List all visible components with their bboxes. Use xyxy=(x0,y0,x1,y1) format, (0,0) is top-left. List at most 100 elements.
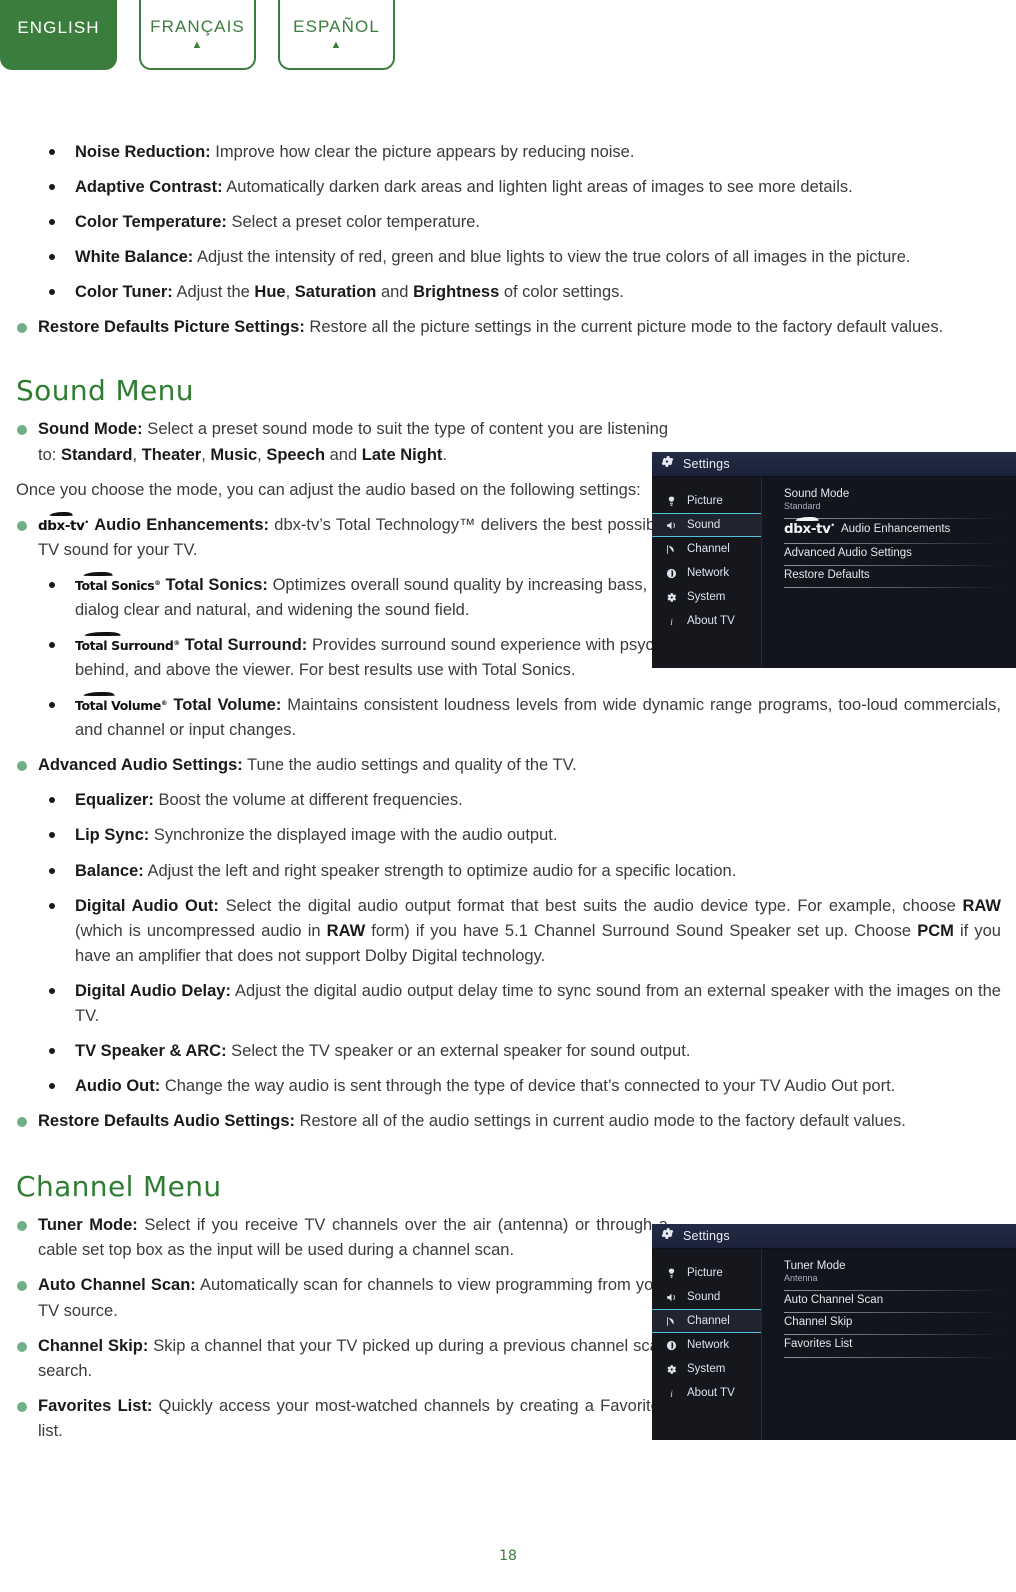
bullet-term: Total Surround: xyxy=(184,636,308,655)
list-item-channel-skip: Channel Skip: Skip a channel that your T… xyxy=(16,1334,668,1384)
tv-options-panel: Tuner Mode Antenna Auto Channel Scan Cha… xyxy=(762,1249,1016,1440)
total-volume-logo-icon: Total Volume® xyxy=(75,692,167,715)
sidebar-item-label: Channel xyxy=(687,543,730,555)
bullet-term: Lip Sync: xyxy=(75,826,150,845)
bullet-text: Select a preset color temperature. xyxy=(226,213,481,232)
gear-icon xyxy=(664,1362,678,1376)
sidebar-item-network[interactable]: Network xyxy=(652,1333,761,1357)
tv-settings-body: Picture Sound Channel Network System i A… xyxy=(652,1249,1016,1440)
tv-settings-screenshot-sound: Settings Picture Sound Channel Network S… xyxy=(652,452,1016,668)
antenna-icon xyxy=(664,1314,678,1328)
page-title-sound-menu: Sound Menu xyxy=(16,374,194,408)
sidebar-item-system[interactable]: System xyxy=(652,585,761,609)
tv-option-auto-channel-scan[interactable]: Auto Channel Scan xyxy=(784,1291,1002,1314)
bullet-text: Synchronize the displayed image with the… xyxy=(149,826,558,845)
bullet-term: Restore Defaults Picture Settings: xyxy=(38,318,305,337)
tv-option-restore-defaults[interactable]: Restore Defaults xyxy=(784,566,1002,589)
bullet-term: Color Temperature: xyxy=(75,213,227,232)
sidebar-item-channel[interactable]: Channel xyxy=(652,537,761,561)
list-item-audio-enhancements: dbx-tv• Audio Enhancements: dbx-tv’s Tot… xyxy=(16,512,668,563)
bullet-text: Tune the audio settings and quality of t… xyxy=(242,756,577,775)
tv-sidebar: Picture Sound Channel Network System i A… xyxy=(652,477,762,668)
sidebar-item-about-tv[interactable]: i About TV xyxy=(652,1381,761,1405)
sidebar-item-label: System xyxy=(687,1363,726,1375)
tv-option-sound-mode[interactable]: Sound Mode Standard xyxy=(784,485,1002,519)
bullet-term: Noise Reduction: xyxy=(75,143,211,161)
tv-settings-title: Settings xyxy=(683,457,730,471)
sidebar-item-channel[interactable]: Channel xyxy=(652,1309,761,1333)
info-icon: i xyxy=(664,614,678,628)
bullet-term: Sound Mode: xyxy=(38,420,143,439)
svg-text:i: i xyxy=(670,1388,673,1398)
sidebar-item-label: Sound xyxy=(687,1291,721,1303)
list-item-favorites-list: Favorites List: Quickly access your most… xyxy=(16,1394,668,1444)
sidebar-item-label: About TV xyxy=(687,1387,735,1399)
list-item-sound-mode: Sound Mode: Select a preset sound mode t… xyxy=(16,417,668,467)
bullet-term: Color Tuner: xyxy=(75,283,173,302)
bullet-text: Adjust the Hue, Saturation and Brightnes… xyxy=(172,283,624,302)
bullet-term: Equalizer: xyxy=(75,791,154,810)
gear-icon xyxy=(664,590,678,604)
tv-option-tuner-mode[interactable]: Tuner Mode Antenna xyxy=(784,1257,1002,1291)
tv-option-label: Auto Channel Scan xyxy=(784,1293,884,1306)
sidebar-item-picture[interactable]: Picture xyxy=(652,1261,761,1285)
tv-option-label: Audio Enhancements xyxy=(840,522,951,535)
list-item: Color Temperature: Select a preset color… xyxy=(16,210,1001,235)
bullet-term: Digital Audio Out: xyxy=(75,896,219,915)
list-item-total-sonics: Total Sonics® Total Sonics: Optimizes ov… xyxy=(16,572,705,623)
bullet-text: Automatically darken dark areas and ligh… xyxy=(222,178,853,197)
bullet-term: Total Volume: xyxy=(173,696,282,715)
bullet-text: Restore all the picture settings in the … xyxy=(304,318,944,337)
sidebar-item-picture[interactable]: Picture xyxy=(652,489,761,513)
svg-text:i: i xyxy=(670,616,673,626)
network-icon xyxy=(664,566,678,580)
sidebar-item-label: Network xyxy=(687,567,730,579)
list-item: Adaptive Contrast: Automatically darken … xyxy=(16,175,1001,200)
sidebar-item-label: Channel xyxy=(687,1315,730,1327)
picture-icon xyxy=(664,494,678,508)
total-surround-logo-icon: Total Surround® xyxy=(75,632,180,655)
page-number: 18 xyxy=(499,1548,517,1564)
sidebar-item-system[interactable]: System xyxy=(652,1357,761,1381)
manual-page: Noise Reduction: Improve how clear the p… xyxy=(0,0,1016,1592)
list-item: TV Speaker & ARC: Select the TV speaker … xyxy=(16,1039,1001,1064)
bullet-text: Improve how clear the picture appears by… xyxy=(210,143,635,161)
sidebar-item-about-tv[interactable]: i About TV xyxy=(652,609,761,633)
sidebar-item-network[interactable]: Network xyxy=(652,561,761,585)
tv-settings-header: Settings xyxy=(652,452,1016,477)
tv-option-value: Antenna xyxy=(784,1273,818,1284)
bullet-term: Audio Out: xyxy=(75,1077,161,1096)
list-item: Digital Audio Delay: Adjust the digital … xyxy=(16,979,1001,1029)
bullet-term: Total Sonics: xyxy=(165,575,268,594)
sidebar-item-label: About TV xyxy=(687,615,735,627)
list-item-tuner-mode: Tuner Mode: Select if you receive TV cha… xyxy=(16,1213,668,1263)
bullet-term: TV Speaker & ARC: xyxy=(75,1042,227,1061)
dbx-tv-logo-icon: dbx-tv• xyxy=(784,517,835,538)
bullet-term: Favorites List: xyxy=(38,1396,153,1415)
bullet-term: Adaptive Contrast: xyxy=(75,178,223,197)
tv-settings-screenshot-channel: Settings Picture Sound Channel Network S… xyxy=(652,1224,1016,1440)
tv-option-favorites-list[interactable]: Favorites List xyxy=(784,1335,1002,1359)
tv-option-audio-enhancements[interactable]: dbx-tv• Audio Enhancements xyxy=(784,517,1002,544)
tv-option-label: Sound Mode xyxy=(784,488,850,500)
sidebar-item-sound[interactable]: Sound xyxy=(652,1285,761,1309)
info-icon: i xyxy=(664,1386,678,1400)
list-item: White Balance: Adjust the intensity of r… xyxy=(16,245,1001,270)
list-item: Lip Sync: Synchronize the displayed imag… xyxy=(16,823,1001,848)
tv-sidebar: Picture Sound Channel Network System i A… xyxy=(652,1249,762,1440)
list-item-total-volume: Total Volume® Total Volume: Maintains co… xyxy=(16,692,1001,743)
sound-intro-paragraph: Once you choose the mode, you can adjust… xyxy=(16,480,641,499)
tv-options-panel: Sound Mode Standard dbx-tv• Audio Enhanc… xyxy=(762,477,1016,668)
bullet-term: Audio Enhancements: xyxy=(94,515,270,534)
list-item: Equalizer: Boost the volume at different… xyxy=(16,788,1001,813)
sidebar-item-sound[interactable]: Sound xyxy=(652,513,761,537)
speaker-icon xyxy=(664,1290,678,1304)
list-item: Digital Audio Out: Select the digital au… xyxy=(16,894,1001,969)
bullet-text: Change the way audio is sent through the… xyxy=(160,1077,896,1096)
list-item-auto-channel-scan: Auto Channel Scan: Automatically scan fo… xyxy=(16,1273,668,1323)
tv-settings-body: Picture Sound Channel Network System i A… xyxy=(652,477,1016,668)
tv-option-channel-skip[interactable]: Channel Skip xyxy=(784,1313,1002,1336)
tv-option-advanced-audio-settings[interactable]: Advanced Audio Settings xyxy=(784,544,1002,567)
tv-settings-title: Settings xyxy=(683,1229,730,1243)
tv-option-label: Favorites List xyxy=(784,1338,853,1351)
